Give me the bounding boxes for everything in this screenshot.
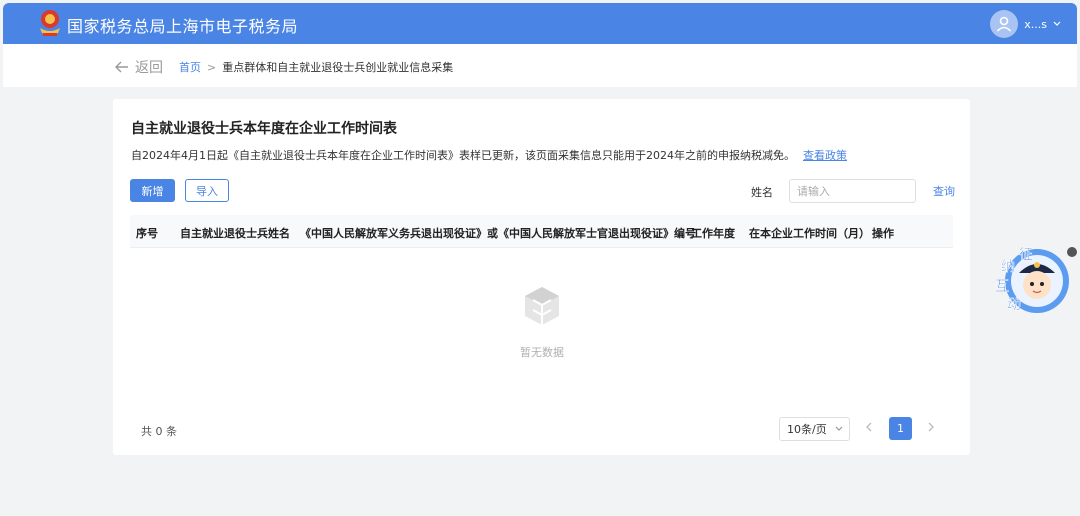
import-button[interactable]: 导入	[185, 179, 229, 202]
table-header: 序号 自主就业退役士兵姓名 《中国人民解放军义务兵退出现役证》或《中国人民解放军…	[130, 215, 953, 248]
name-search-input[interactable]	[789, 179, 916, 203]
add-button[interactable]: 新增	[130, 179, 175, 202]
chevron-right-icon[interactable]	[927, 421, 935, 433]
breadcrumb: 首页 > 重点群体和自主就业退役士兵创业就业信息采集	[179, 59, 453, 75]
empty-box-icon	[525, 287, 559, 325]
chevron-down-icon[interactable]	[1053, 21, 1061, 27]
avatar[interactable]	[990, 10, 1019, 38]
column-header: 在本企业工作时间（月）	[749, 227, 870, 240]
column-header: 《中国人民解放军义务兵退出现役证》或《中国人民解放军士官退出现役证》编号	[300, 227, 696, 240]
name-filter-label: 姓名	[751, 186, 773, 199]
empty-state: 暂无数据	[498, 285, 586, 360]
column-header: 操作	[872, 227, 894, 240]
app-title: 国家税务总局上海市电子税务局	[67, 17, 299, 36]
main-card: 自主就业退役士兵本年度在企业工作时间表 自2024年4月1日起《自主就业退役士兵…	[113, 99, 970, 455]
user-icon	[997, 16, 1012, 32]
chevron-left-icon[interactable]	[865, 421, 873, 433]
widget-char: 征	[1019, 247, 1033, 263]
back-button[interactable]: 返回	[115, 57, 163, 77]
widget-char: 互	[995, 279, 1009, 295]
mascot-icon: 征 纳 互 动	[995, 247, 1069, 313]
total-count: 共 0 条	[141, 425, 177, 438]
arrow-left-icon	[115, 61, 128, 73]
top-bar: 国家税务总局上海市电子税务局 x...s	[3, 3, 1077, 44]
breadcrumb-separator: >	[207, 60, 217, 74]
user-menu[interactable]: x...s	[990, 10, 1061, 38]
column-header: 工作年度	[691, 227, 735, 240]
widget-char: 纳	[1001, 259, 1015, 275]
back-label[interactable]: 返回	[135, 57, 163, 77]
view-policy-link[interactable]: 查看政策	[803, 149, 847, 162]
user-name[interactable]: x...s	[1024, 18, 1047, 31]
chevron-down-icon[interactable]	[835, 426, 843, 432]
search-button[interactable]: 查询	[933, 183, 955, 199]
page-size-select[interactable]: 10条/页	[779, 417, 850, 441]
page-1-button[interactable]: 1	[889, 417, 912, 440]
widget-close-button[interactable]	[1067, 247, 1077, 257]
column-header: 序号	[136, 227, 158, 240]
page-size-value[interactable]: 10条/页	[787, 421, 827, 437]
notice-text: 自2024年4月1日起《自主就业退役士兵本年度在企业工作时间表》表样已更新，该页…	[131, 149, 795, 162]
tax-emblem-icon	[40, 10, 60, 36]
breadcrumb-home[interactable]: 首页	[179, 59, 201, 75]
page-title: 自主就业退役士兵本年度在企业工作时间表	[131, 121, 397, 137]
column-header: 自主就业退役士兵姓名	[180, 227, 290, 240]
app-window: 国家税务总局上海市电子税务局 x...s 返回 首页 > 重点群体和自主就业退役…	[3, 3, 1077, 513]
breadcrumb-current: 重点群体和自主就业退役士兵创业就业信息采集	[222, 61, 454, 74]
policy-notice: 自2024年4月1日起《自主就业退役士兵本年度在企业工作时间表》表样已更新，该页…	[131, 147, 847, 163]
empty-text: 暂无数据	[520, 346, 564, 359]
tax-interaction-widget[interactable]: 征 纳 互 动	[991, 243, 1071, 317]
nav-bar: 返回 首页 > 重点群体和自主就业退役士兵创业就业信息采集	[3, 44, 1077, 87]
widget-char: 动	[1007, 297, 1021, 313]
